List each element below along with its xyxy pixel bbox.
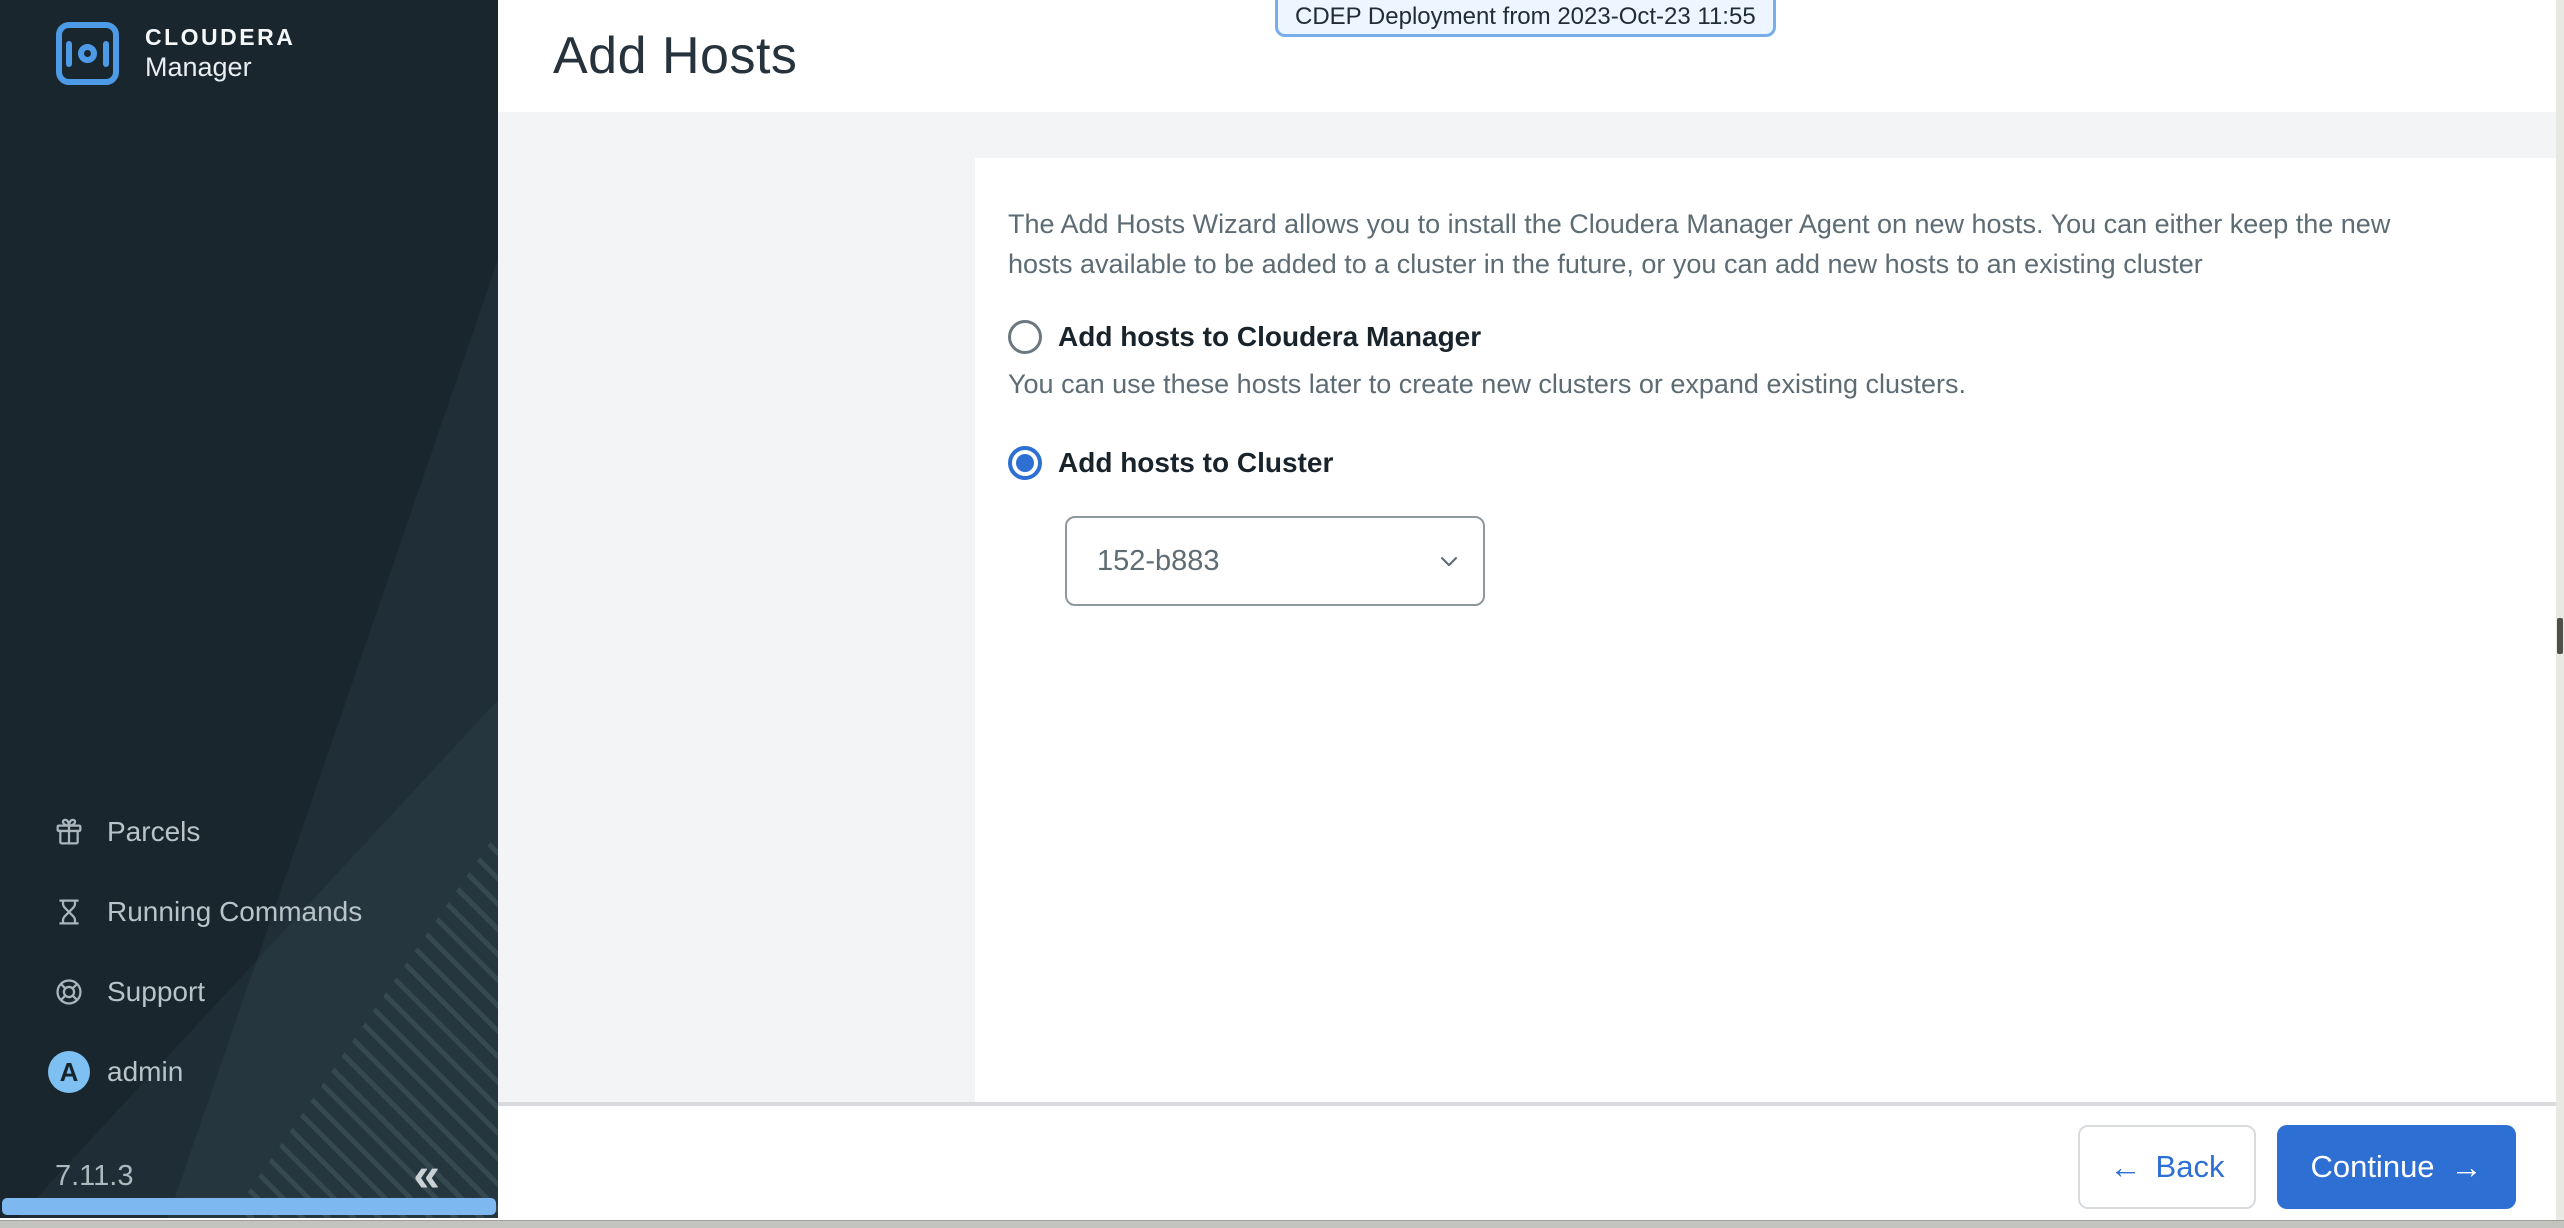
sidebar-item-label: Parcels xyxy=(107,816,200,848)
life-ring-icon xyxy=(53,976,85,1008)
right-arrow-icon: → xyxy=(2451,1151,2483,1183)
cluster-select-wrap: 152-b883 xyxy=(1065,516,1485,606)
left-arrow-icon: ← xyxy=(2110,1151,2142,1183)
version-label: 7.11.3 xyxy=(55,1160,133,1193)
sidebar-item-admin[interactable]: A admin xyxy=(0,1032,498,1112)
option-add-to-cloudera-manager[interactable]: Add hosts to Cloudera Manager xyxy=(1008,320,2516,354)
sidebar-scrollbar-thumb[interactable] xyxy=(2,1198,496,1215)
wizard-content: The Add Hosts Wizard allows you to insta… xyxy=(498,112,2564,1102)
brand-text: CLOUDERA Manager xyxy=(145,25,295,83)
wizard-footer: ← Back Continue → xyxy=(498,1102,2564,1228)
wizard-intro-text: The Add Hosts Wizard allows you to insta… xyxy=(1008,204,2460,284)
radio-add-to-cluster[interactable] xyxy=(1008,446,1042,480)
hourglass-icon xyxy=(53,896,85,928)
admin-avatar: A xyxy=(48,1051,90,1093)
cluster-select[interactable]: 152-b883 xyxy=(1065,516,1485,606)
chevron-down-icon xyxy=(1435,547,1463,575)
logo-dot xyxy=(78,44,97,63)
logo-left-bar xyxy=(66,41,72,67)
sidebar-item-label: admin xyxy=(107,1056,183,1088)
deployment-badge: CDEP Deployment from 2023-Oct-23 11:55 xyxy=(1275,0,1776,37)
page-header: Add Hosts CDEP Deployment from 2023-Oct-… xyxy=(498,0,2564,112)
back-button[interactable]: ← Back xyxy=(2078,1125,2256,1209)
sidebar-item-label: Support xyxy=(107,976,205,1008)
brand-name: CLOUDERA xyxy=(145,25,295,50)
sidebar-item-support[interactable]: Support xyxy=(0,952,498,1032)
sidebar-item-parcels[interactable]: Parcels xyxy=(0,792,498,872)
sidebar-nav: Parcels Running Commands xyxy=(0,792,498,1112)
collapse-sidebar-icon[interactable]: « xyxy=(413,1156,440,1196)
option-label[interactable]: Add hosts to Cloudera Manager xyxy=(1058,321,1481,353)
back-button-label: Back xyxy=(2156,1149,2225,1185)
cloudera-manager-app: CLOUDERA Manager Parcels xyxy=(0,0,2564,1228)
radio-add-to-cloudera-manager[interactable] xyxy=(1008,320,1042,354)
sidebar-footer: 7.11.3 « xyxy=(0,1156,498,1196)
horizontal-scrollbar-track[interactable] xyxy=(0,1220,2564,1228)
option-label[interactable]: Add hosts to Cluster xyxy=(1058,447,1333,479)
main-area: Add Hosts CDEP Deployment from 2023-Oct-… xyxy=(498,0,2564,1228)
sidebar: CLOUDERA Manager Parcels xyxy=(0,0,498,1218)
brand-product: Manager xyxy=(145,53,295,83)
cluster-select-value: 152-b883 xyxy=(1097,545,1220,578)
continue-button-label: Continue xyxy=(2310,1149,2434,1185)
logo-right-bar xyxy=(103,41,109,67)
vertical-scrollbar-thumb[interactable] xyxy=(2557,618,2563,654)
vertical-scrollbar-track[interactable] xyxy=(2556,0,2564,1220)
sidebar-item-running-commands[interactable]: Running Commands xyxy=(0,872,498,952)
continue-button[interactable]: Continue → xyxy=(2277,1125,2516,1209)
option-description: You can use these hosts later to create … xyxy=(1008,364,2516,404)
gift-icon xyxy=(53,816,85,848)
page-title: Add Hosts xyxy=(553,26,797,86)
wizard-card: The Add Hosts Wizard allows you to insta… xyxy=(975,158,2556,1102)
sidebar-item-label: Running Commands xyxy=(107,896,362,928)
cloudera-logo-icon xyxy=(56,22,119,85)
option-add-to-cluster[interactable]: Add hosts to Cluster xyxy=(1008,446,2516,480)
brand[interactable]: CLOUDERA Manager xyxy=(0,0,498,85)
